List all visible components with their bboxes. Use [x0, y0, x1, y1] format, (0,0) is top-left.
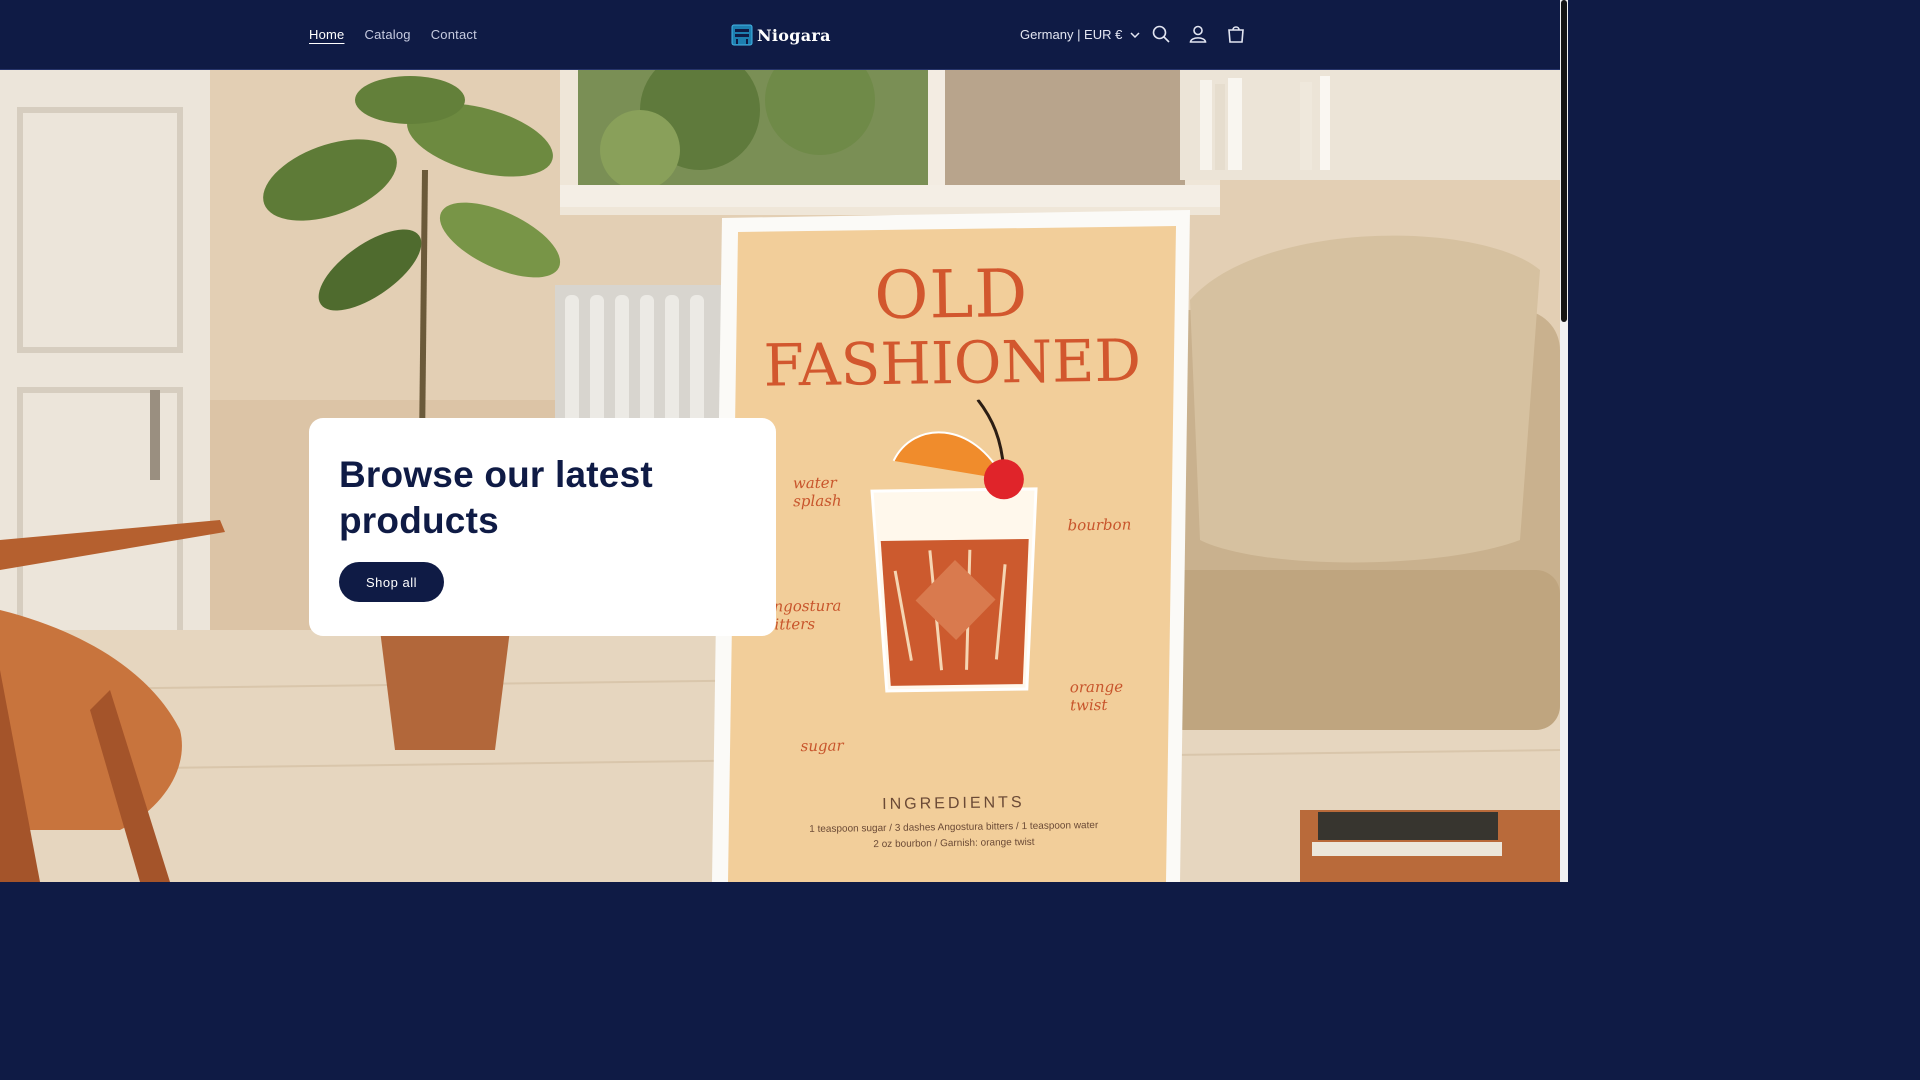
- hero-title: Browse our latest products: [339, 454, 653, 541]
- poster-ingredients-line1: 1 teaspoon sugar / 3 dashes Angostura bi…: [809, 820, 1099, 836]
- poster-label-angostura: angostura bitters: [764, 596, 842, 634]
- poster-ingredients-heading: INGREDIENTS: [882, 794, 1025, 814]
- scrollbar-thumb[interactable]: [1561, 0, 1567, 322]
- main-nav: Home Catalog Contact: [299, 0, 487, 69]
- cart-icon[interactable]: [1224, 22, 1248, 46]
- site-logo[interactable]: Niogara: [731, 22, 831, 48]
- poster-label-sugar: sugar: [800, 736, 844, 756]
- account-icon[interactable]: [1186, 22, 1210, 46]
- page-scrollbar[interactable]: [1560, 0, 1568, 882]
- hero-banner: OLD FASHIONED water splash bourbon angos…: [0, 70, 1560, 882]
- search-icon[interactable]: [1149, 22, 1173, 46]
- cocktail-glass-illustration: [870, 398, 1038, 693]
- hero-content-box: Browse our latest products Shop all: [309, 418, 776, 636]
- nav-contact-link[interactable]: Contact: [421, 27, 487, 42]
- poster-label-orange-twist: orange twist: [1069, 677, 1124, 715]
- locale-label: Germany | EUR €: [1020, 27, 1123, 42]
- shop-all-button[interactable]: Shop all: [339, 562, 444, 602]
- logo-bench-icon: [731, 24, 753, 46]
- poster-title-line2: FASHIONED: [763, 326, 1142, 400]
- poster-title-line1: OLD: [873, 254, 1029, 335]
- country-currency-selector[interactable]: Germany | EUR €: [1020, 0, 1140, 69]
- chevron-down-icon: [1130, 31, 1140, 38]
- poster-ingredients-line2: 2 oz bourbon / Garnish: orange twist: [873, 836, 1035, 851]
- poster-label-water-splash: water splash: [792, 473, 842, 511]
- site-header: Home Catalog Contact Niogara Germany | E…: [0, 0, 1560, 70]
- nav-catalog-link[interactable]: Catalog: [354, 27, 420, 42]
- poster-label-bourbon: bourbon: [1067, 515, 1132, 535]
- poster-artwork: OLD FASHIONED water splash bourbon angos…: [746, 247, 1165, 873]
- nav-home-link[interactable]: Home: [299, 27, 354, 42]
- logo-text: Niogara: [757, 25, 831, 45]
